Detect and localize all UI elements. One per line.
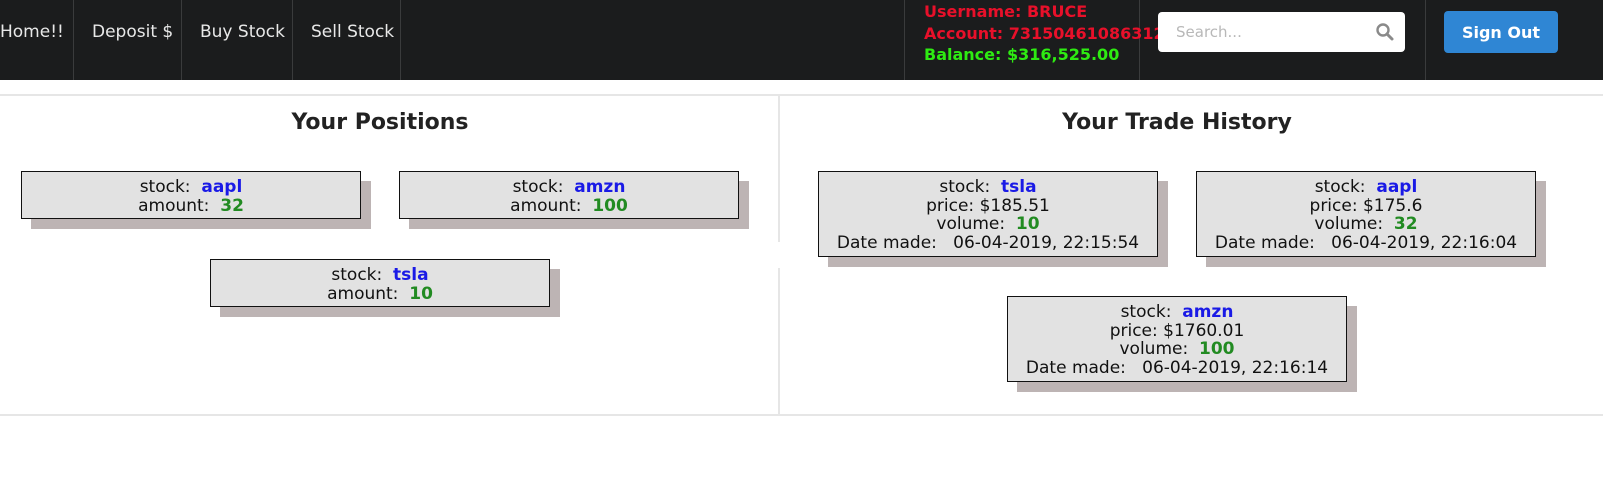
top-navbar: Home!! Deposit $ Buy Stock Sell Stock Us… bbox=[0, 0, 1603, 80]
trade-history-title: Your Trade History bbox=[1062, 110, 1292, 135]
nav-home-label: Home!! bbox=[0, 22, 64, 42]
stock-ticker: amzn bbox=[574, 177, 626, 197]
price-value: $175.6 bbox=[1362, 195, 1423, 216]
stock-label: stock: bbox=[331, 265, 383, 285]
trade-card: stock: aapl price: $175.6 volume: 32 Dat… bbox=[1196, 171, 1536, 257]
trade-card: stock: tsla price: $185.51 volume: 10 Da… bbox=[818, 171, 1158, 257]
date-value: 06-04-2019, 22:15:54 bbox=[953, 232, 1140, 253]
amount-value: 32 bbox=[220, 195, 244, 216]
user-info: Username: BRUCE Account: 731504610863127… bbox=[904, 0, 1176, 80]
stock-label: stock: bbox=[139, 177, 191, 197]
nav-deposit-label: Deposit $ bbox=[92, 22, 174, 42]
nav-divider bbox=[1425, 0, 1426, 80]
date-label: Date made: bbox=[1025, 357, 1126, 378]
stock-ticker: tsla bbox=[393, 265, 429, 285]
date-label: Date made: bbox=[836, 232, 937, 253]
date-label: Date made: bbox=[1214, 232, 1315, 253]
positions-title: Your Positions bbox=[291, 110, 469, 135]
date-value: 06-04-2019, 22:16:04 bbox=[1331, 232, 1518, 253]
stock-ticker: aapl bbox=[1376, 177, 1418, 197]
volume-label: volume: bbox=[1314, 214, 1384, 234]
stock-label: stock: bbox=[939, 177, 991, 197]
section-top-border bbox=[0, 94, 1603, 96]
username-text: Username: BRUCE bbox=[924, 2, 1088, 21]
price-label: price: bbox=[926, 195, 975, 216]
nav-deposit-link[interactable]: Deposit $ bbox=[74, 0, 182, 80]
stock-ticker: aapl bbox=[201, 177, 243, 197]
sign-out-button[interactable]: Sign Out bbox=[1444, 11, 1558, 53]
position-card: stock: amzn amount: 100 bbox=[399, 171, 739, 219]
amount-label: amount: bbox=[510, 195, 582, 216]
position-card: stock: tsla amount: 10 bbox=[210, 259, 550, 307]
volume-value: 32 bbox=[1393, 214, 1418, 234]
nav-buy-stock-label: Buy Stock bbox=[200, 22, 285, 42]
search-icon[interactable] bbox=[1375, 22, 1395, 42]
stock-label: stock: bbox=[1120, 302, 1172, 322]
price-label: price: bbox=[1109, 320, 1158, 341]
amount-value: 10 bbox=[409, 283, 433, 304]
volume-value: 10 bbox=[1015, 214, 1040, 234]
amount-label: amount: bbox=[138, 195, 210, 216]
trade-card: stock: amzn price: $1760.01 volume: 100 … bbox=[1007, 296, 1347, 382]
nav-sell-stock-link[interactable]: Sell Stock bbox=[293, 0, 401, 80]
account-text: Account: 731504610863127 bbox=[924, 23, 1176, 43]
price-value: $185.51 bbox=[979, 195, 1050, 216]
column-divider bbox=[778, 268, 780, 414]
stock-ticker: amzn bbox=[1182, 302, 1234, 322]
stock-label: stock: bbox=[1314, 177, 1366, 197]
volume-label: volume: bbox=[1119, 339, 1189, 359]
stock-label: stock: bbox=[512, 177, 564, 197]
search-box bbox=[1158, 12, 1405, 52]
section-bottom-border bbox=[0, 414, 1603, 416]
nav-sell-stock-label: Sell Stock bbox=[311, 22, 395, 42]
nav-buy-stock-link[interactable]: Buy Stock bbox=[182, 0, 293, 80]
date-value: 06-04-2019, 22:16:14 bbox=[1142, 357, 1329, 378]
volume-label: volume: bbox=[936, 214, 1006, 234]
position-card: stock: aapl amount: 32 bbox=[21, 171, 361, 219]
volume-value: 100 bbox=[1199, 339, 1235, 359]
amount-value: 100 bbox=[592, 195, 628, 216]
price-label: price: bbox=[1309, 195, 1358, 216]
nav-home-link[interactable]: Home!! bbox=[0, 0, 74, 80]
search-input[interactable] bbox=[1158, 12, 1363, 52]
amount-label: amount: bbox=[327, 283, 399, 304]
balance-text: Balance: $316,525.00 bbox=[924, 45, 1120, 64]
stock-ticker: tsla bbox=[1001, 177, 1037, 197]
price-value: $1760.01 bbox=[1163, 320, 1245, 341]
